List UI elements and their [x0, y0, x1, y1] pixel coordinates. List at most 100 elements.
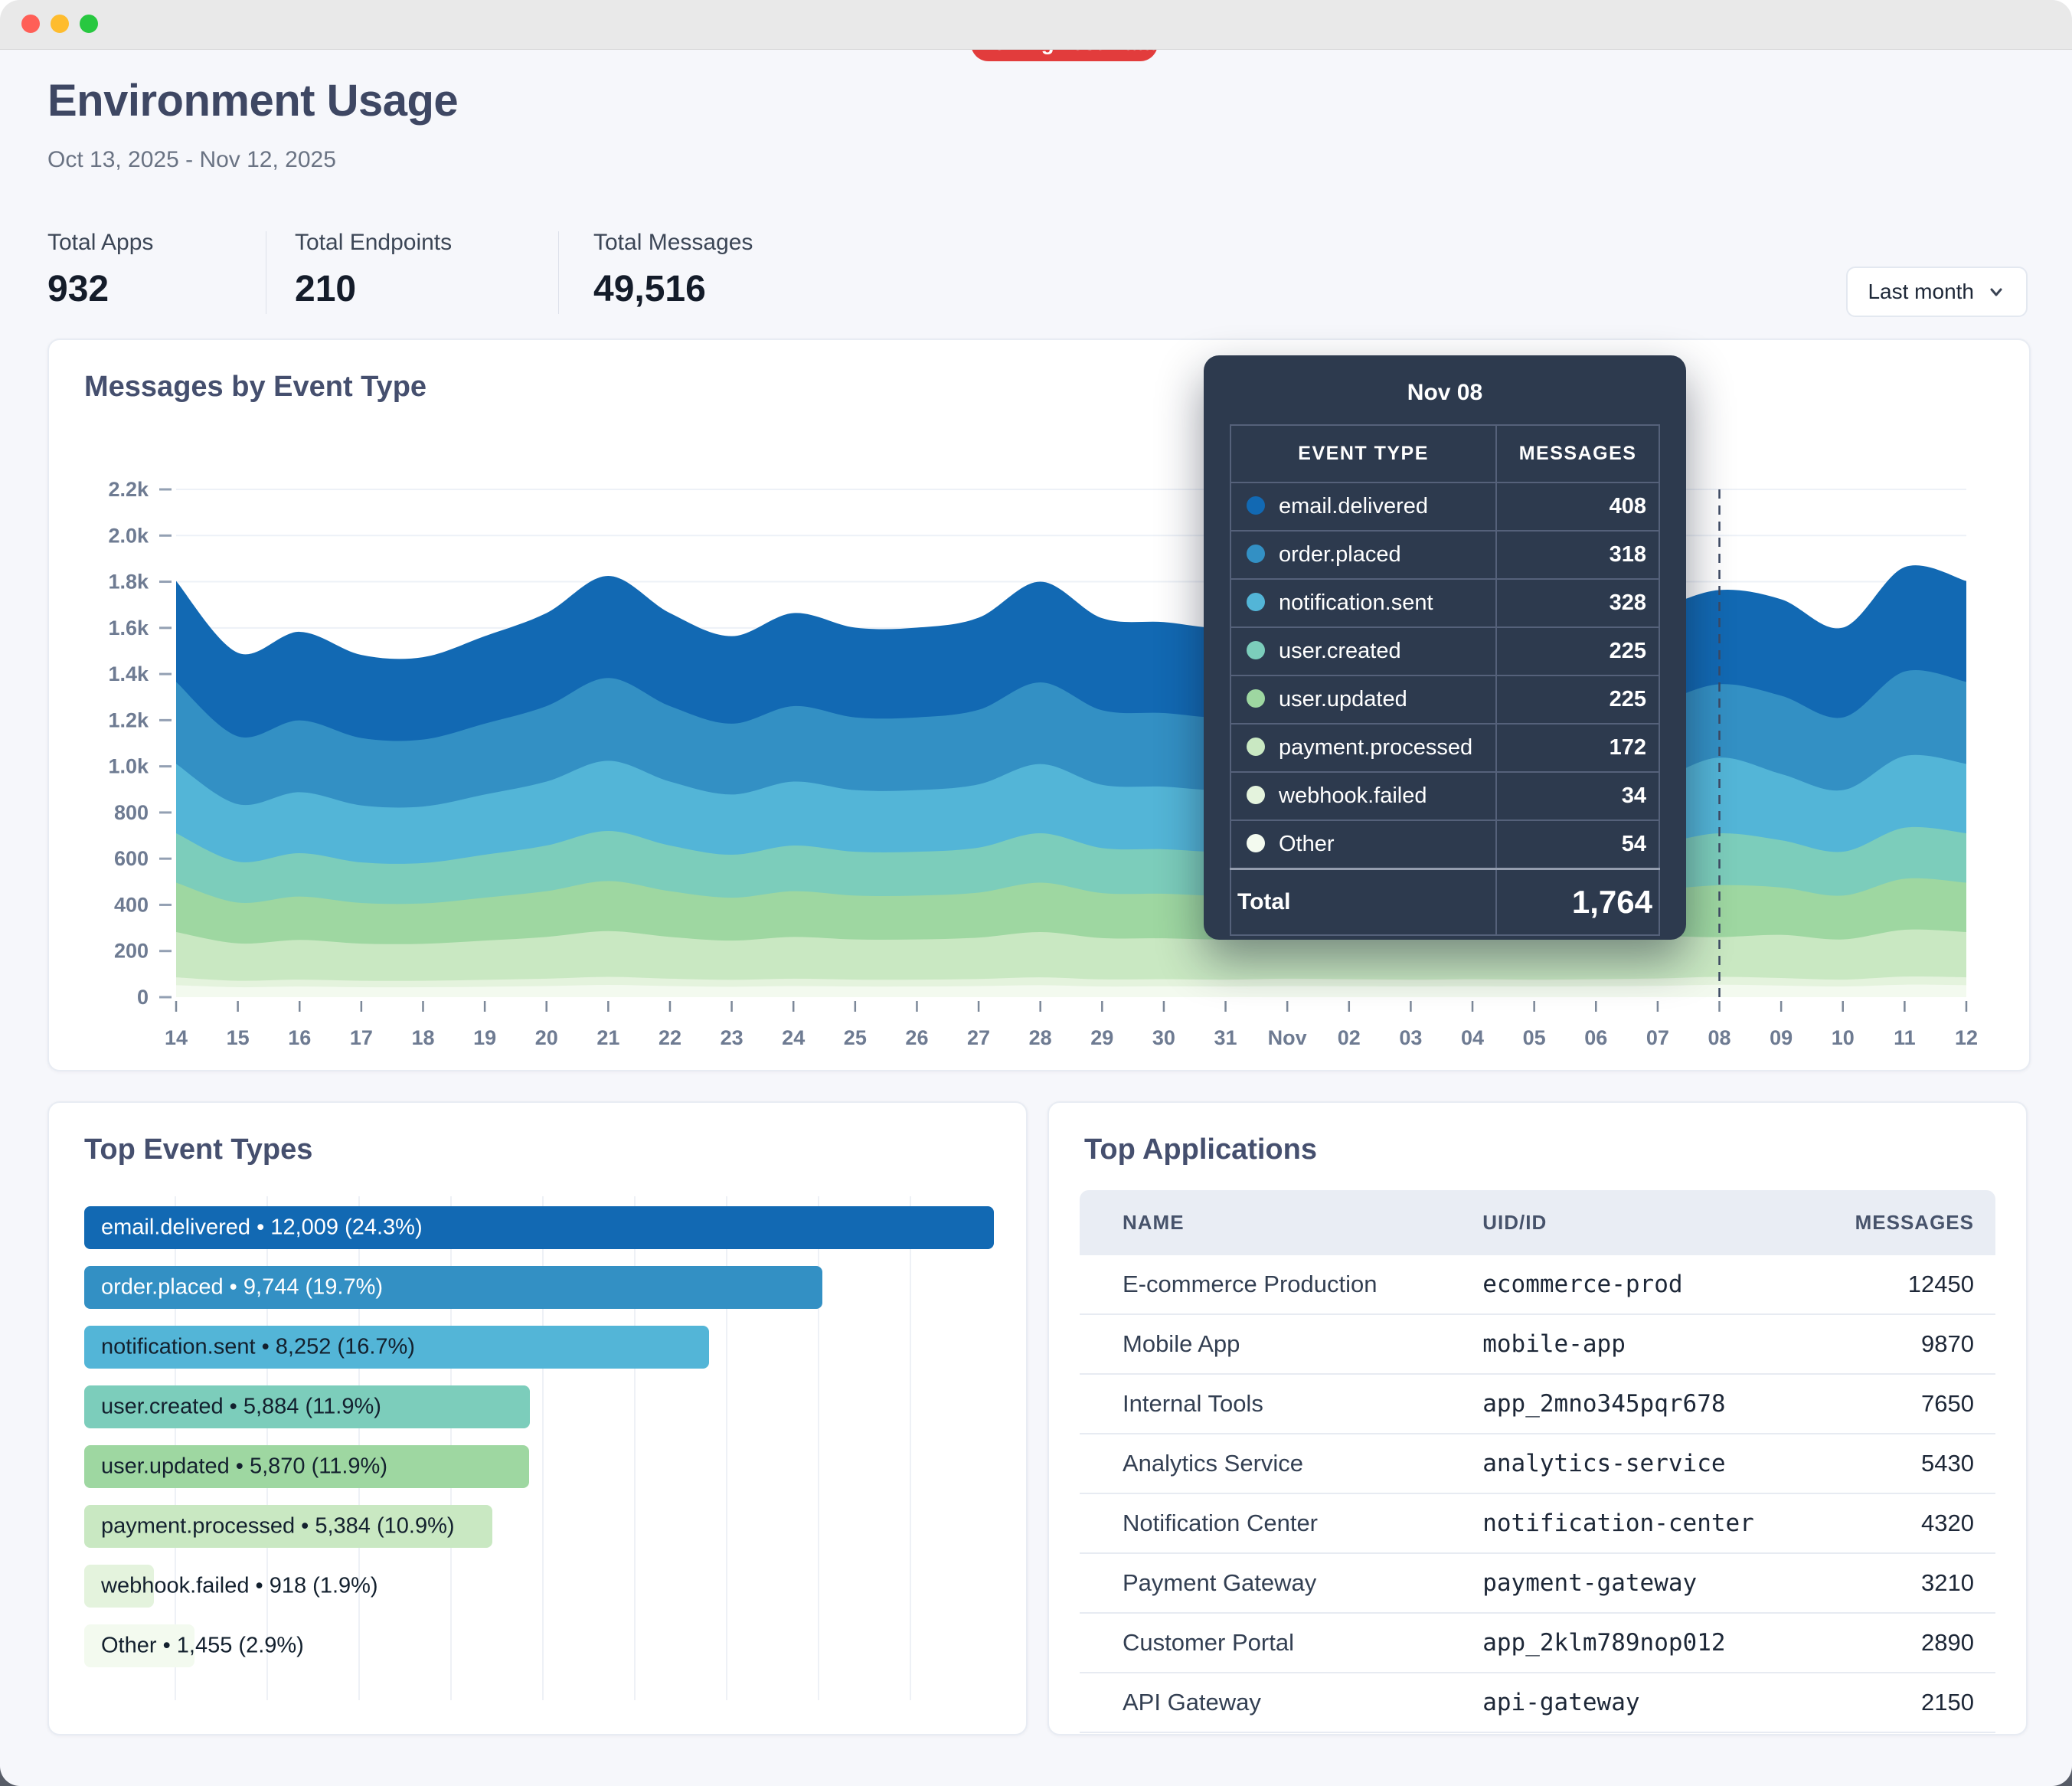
apps-col-uid: UID/ID: [1482, 1190, 1822, 1255]
x-axis-label: 10: [1832, 1026, 1855, 1049]
x-axis-label: 14: [165, 1026, 188, 1049]
chart-tooltip: Nov 08 EVENT TYPE MESSAGES email.deliver…: [1204, 355, 1686, 940]
y-axis-label: 400: [114, 893, 149, 916]
event-type-bar-row: Other • 1,455 (2.9%): [84, 1624, 994, 1667]
stat-total-apps: Total Apps 932: [47, 230, 153, 310]
application-table-row: Analytics Serviceanalytics-service5430: [1080, 1434, 1995, 1494]
tooltip-event-value: 54: [1496, 820, 1659, 869]
y-axis-label: 0: [137, 986, 149, 1009]
window-minimize-button[interactable]: [51, 15, 69, 33]
date-range-selector[interactable]: Last month: [1846, 267, 2028, 317]
series-color-dot: [1247, 496, 1265, 515]
application-table-row: Internal Toolsapp_2mno345pqr6787650: [1080, 1375, 1995, 1434]
x-axis-label: 12: [1955, 1026, 1978, 1049]
event-type-bar-row: user.updated • 5,870 (11.9%): [84, 1445, 994, 1488]
top-event-types-card: Top Event Types email.delivered • 12,009…: [47, 1101, 1028, 1735]
app-messages: 9870: [1822, 1315, 1995, 1375]
x-axis-label: 22: [659, 1026, 681, 1049]
tooltip-event-name: notification.sent: [1230, 579, 1496, 627]
application-table-row: E-commerce Productionecommerce-prod12450: [1080, 1255, 1995, 1315]
tooltip-event-name: user.created: [1230, 627, 1496, 675]
application-table-row: API Gatewayapi-gateway2150: [1080, 1673, 1995, 1733]
window-zoom-button[interactable]: [80, 15, 98, 33]
x-axis-label: 20: [535, 1026, 558, 1049]
x-axis-label: 31: [1214, 1026, 1237, 1049]
event-type-bar-label: email.delivered • 12,009 (24.3%): [101, 1215, 423, 1241]
app-uid: app_2mno345pqr678: [1482, 1375, 1822, 1434]
series-color-dot: [1247, 834, 1265, 852]
y-axis-label: 600: [114, 847, 149, 870]
app-messages: 7650: [1822, 1375, 1995, 1434]
tooltip-event-value: 225: [1496, 675, 1659, 724]
tooltip-event-name: Other: [1230, 820, 1496, 869]
series-color-dot: [1247, 593, 1265, 611]
application-table-row: Payment Gatewaypayment-gateway3210: [1080, 1554, 1995, 1614]
event-type-bar-label: order.placed • 9,744 (19.7%): [101, 1275, 383, 1300]
stat-label: Total Messages: [593, 230, 753, 256]
event-type-bar-label: Other • 1,455 (2.9%): [101, 1634, 304, 1659]
app-uid: mobile-app: [1482, 1315, 1822, 1375]
x-axis-label: 30: [1152, 1026, 1175, 1049]
tooltip-event-name: user.updated: [1230, 675, 1496, 724]
apps-col-messages: MESSAGES: [1822, 1190, 1995, 1255]
window-close-button[interactable]: [21, 15, 40, 33]
tooltip-event-name: webhook.failed: [1230, 772, 1496, 820]
series-color-dot: [1247, 641, 1265, 659]
tooltip-total-row: Total 1,764: [1230, 869, 1659, 936]
app-messages: 4320: [1822, 1494, 1995, 1554]
app-uid: payment-gateway: [1482, 1554, 1822, 1614]
top-applications-title: Top Applications: [1084, 1133, 1317, 1166]
tooltip-table: EVENT TYPE MESSAGES email.delivered408or…: [1230, 424, 1660, 936]
y-axis-label: 1.0k: [108, 755, 149, 778]
tooltip-total-label: Total: [1230, 869, 1496, 936]
stat-label: Total Endpoints: [295, 230, 452, 256]
tooltip-event-value: 172: [1496, 724, 1659, 772]
y-axis-label: 1.2k: [108, 708, 149, 731]
x-axis-label: 23: [721, 1026, 744, 1049]
x-axis-label: 07: [1646, 1026, 1669, 1049]
stat-value: 932: [47, 268, 153, 310]
app-messages: 3210: [1822, 1554, 1995, 1614]
app-name: Customer Portal: [1080, 1614, 1482, 1673]
tooltip-event-name: payment.processed: [1230, 724, 1496, 772]
y-axis-label: 1.8k: [108, 571, 149, 594]
app-window: Viewing Test Data Environment Usage Oct …: [0, 0, 2072, 1786]
tooltip-row: notification.sent328: [1230, 579, 1659, 627]
x-axis-label: 02: [1338, 1026, 1361, 1049]
app-uid: api-gateway: [1482, 1673, 1822, 1733]
top-applications-card: Top Applications NAME UID/ID MESSAGES E-…: [1047, 1101, 2028, 1735]
x-axis-label: 05: [1523, 1026, 1546, 1049]
app-name: Payment Gateway: [1080, 1554, 1482, 1614]
application-table-row: Mobile Appmobile-app9870: [1080, 1315, 1995, 1375]
date-range: Oct 13, 2025 - Nov 12, 2025: [47, 147, 336, 173]
tooltip-event-name: order.placed: [1230, 531, 1496, 579]
messages-area-chart[interactable]: 02004006008001.0k1.2k1.4k1.6k1.8k2.0k2.2…: [49, 340, 2029, 1070]
app-name: Internal Tools: [1080, 1375, 1482, 1434]
y-axis-label: 200: [114, 940, 149, 963]
x-axis-label: 25: [844, 1026, 867, 1049]
tooltip-row: order.placed318: [1230, 531, 1659, 579]
app-name: E-commerce Production: [1080, 1255, 1482, 1315]
series-color-dot: [1247, 738, 1265, 756]
event-type-bar-row: email.delivered • 12,009 (24.3%): [84, 1206, 994, 1249]
event-type-bar-row: user.created • 5,884 (11.9%): [84, 1385, 994, 1428]
chevron-down-icon: [1986, 282, 2006, 302]
window-titlebar: [0, 0, 2072, 50]
event-types-bar-chart: email.delivered • 12,009 (24.3%) order.pl…: [84, 1196, 994, 1700]
event-type-bar-row: order.placed • 9,744 (19.7%): [84, 1266, 994, 1309]
tooltip-total-value: 1,764: [1496, 869, 1659, 936]
tooltip-date: Nov 08: [1230, 380, 1660, 406]
tooltip-row: Other54: [1230, 820, 1659, 869]
app-uid: analytics-service: [1482, 1434, 1822, 1494]
messages-chart-card: Messages by Event Type 02004006008001.0k…: [47, 339, 2031, 1071]
x-axis-label: 21: [596, 1026, 619, 1049]
tooltip-row: webhook.failed34: [1230, 772, 1659, 820]
app-uid: app_2klm789nop012: [1482, 1614, 1822, 1673]
app-name: Mobile App: [1080, 1315, 1482, 1375]
event-type-bar-label: user.created • 5,884 (11.9%): [101, 1395, 381, 1420]
x-axis-label: 08: [1708, 1026, 1730, 1049]
y-axis-label: 800: [114, 801, 149, 824]
series-color-dot: [1247, 689, 1265, 708]
tooltip-event-value: 318: [1496, 531, 1659, 579]
stat-value: 210: [295, 268, 452, 310]
